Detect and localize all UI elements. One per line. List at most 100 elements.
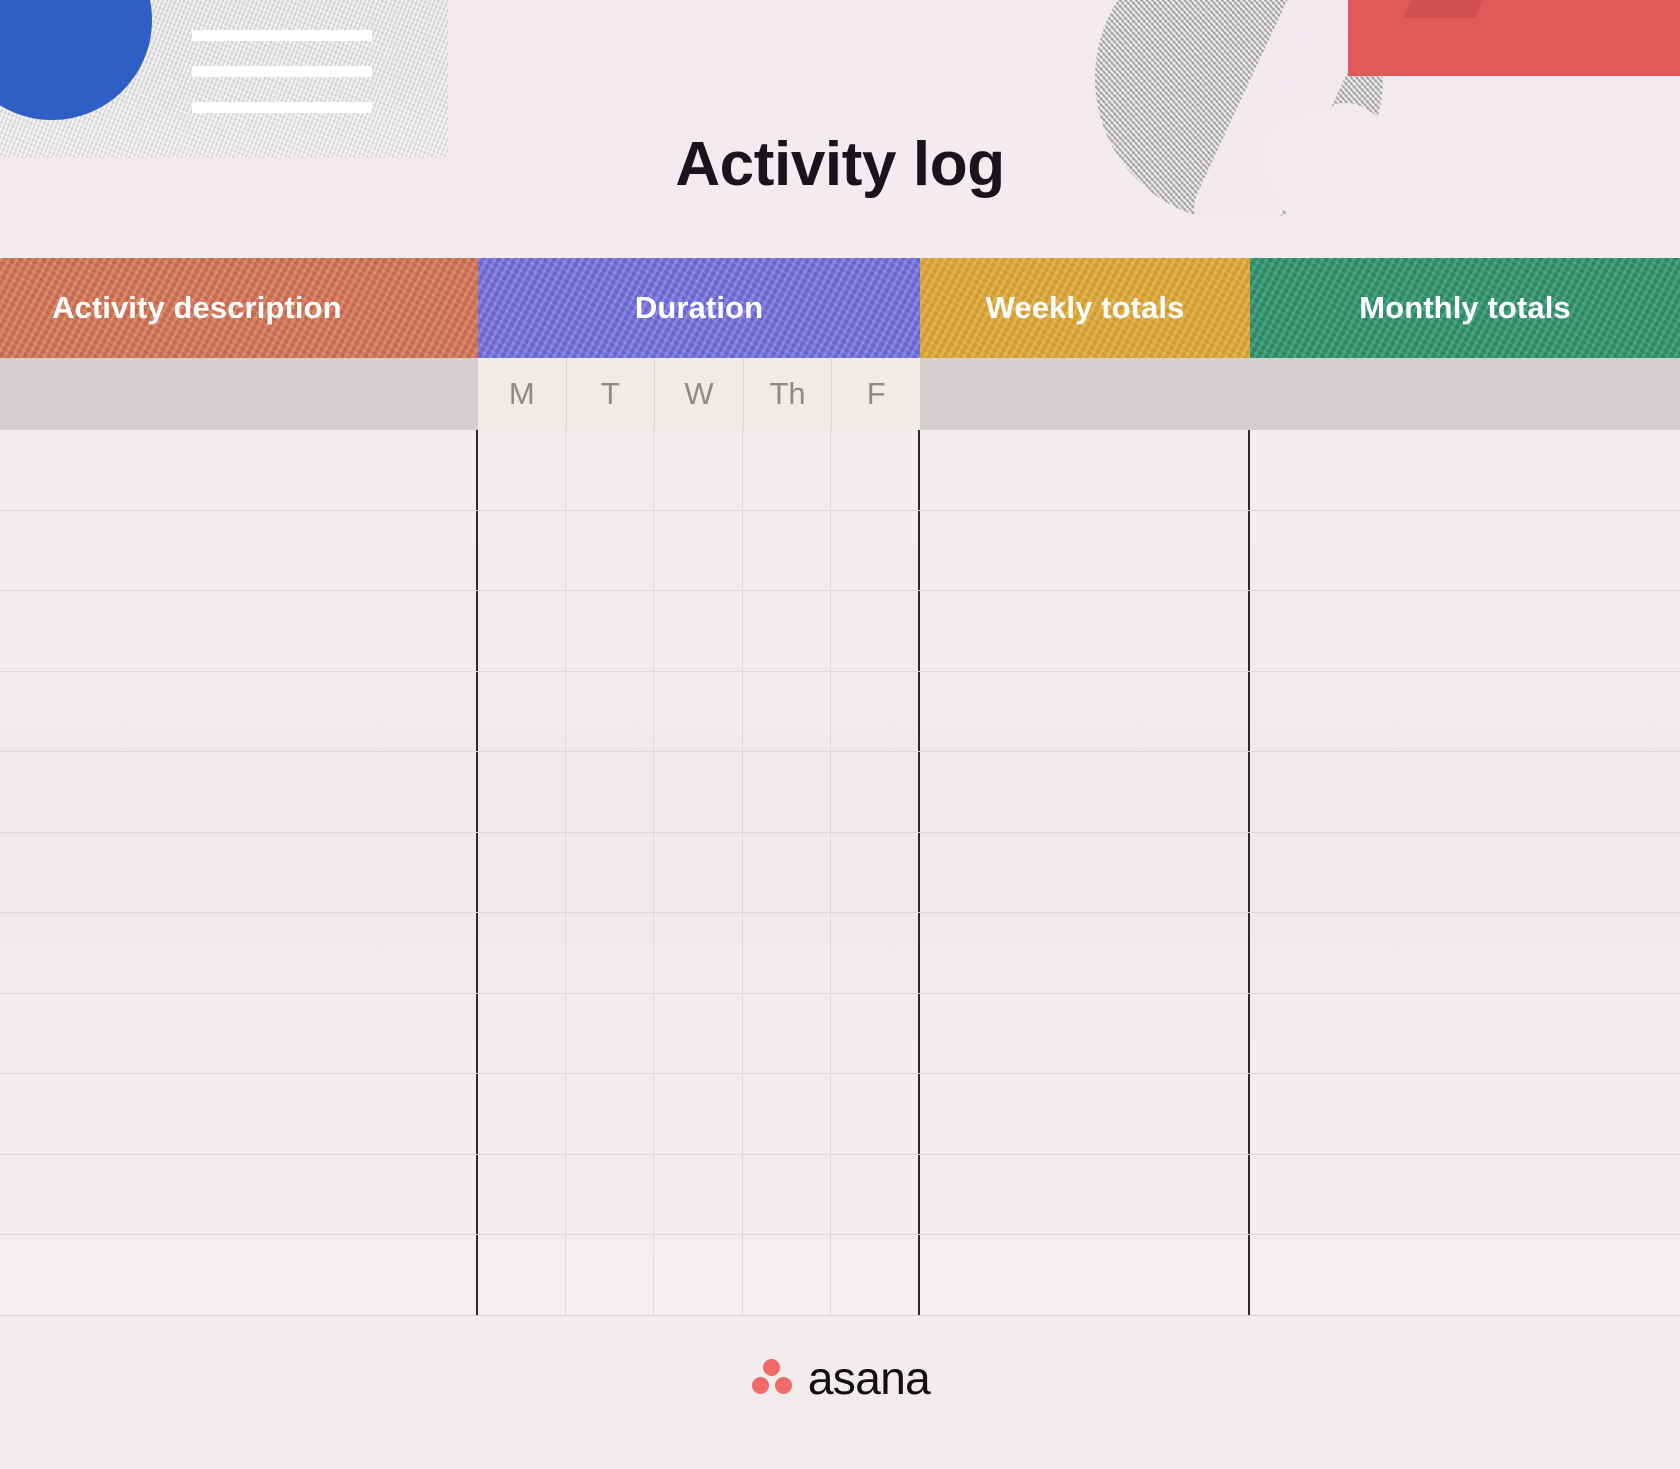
cell-duration-day[interactable]: [478, 1074, 567, 1154]
cell-activity-description[interactable]: [0, 1235, 478, 1315]
cell-activity-description[interactable]: [0, 1154, 478, 1234]
cell-duration-day[interactable]: [743, 993, 831, 1073]
cell-duration-day[interactable]: [566, 913, 655, 993]
cell-duration-group: [478, 1154, 920, 1235]
cell-duration-day[interactable]: [478, 671, 567, 751]
cell-duration-day[interactable]: [743, 430, 831, 510]
cell-monthly-total[interactable]: [1250, 833, 1680, 913]
cell-duration-day[interactable]: [654, 1235, 743, 1315]
cell-duration-day[interactable]: [654, 671, 743, 751]
cell-duration-day[interactable]: [831, 511, 918, 591]
cell-weekly-total[interactable]: [920, 1074, 1250, 1154]
cell-duration-day[interactable]: [831, 1155, 918, 1235]
cell-activity-description[interactable]: [0, 913, 478, 993]
cell-duration-day[interactable]: [478, 510, 567, 590]
table-row: [0, 752, 1680, 833]
cell-duration-day[interactable]: [654, 1154, 743, 1234]
cell-duration-day[interactable]: [743, 1074, 831, 1154]
white-line-2: [192, 66, 372, 77]
cell-duration-day[interactable]: [478, 993, 567, 1073]
cell-weekly-total[interactable]: [920, 510, 1250, 590]
cell-duration-day[interactable]: [478, 591, 567, 671]
activity-log-table: Activity description Duration Weekly tot…: [0, 258, 1680, 1316]
cell-duration-day[interactable]: [566, 993, 655, 1073]
cell-duration-day[interactable]: [831, 1235, 918, 1315]
cell-duration-day[interactable]: [743, 671, 831, 751]
cell-weekly-total[interactable]: [920, 832, 1250, 912]
cell-weekly-total[interactable]: [920, 430, 1250, 510]
cell-duration-day[interactable]: [743, 510, 831, 590]
cell-duration-day[interactable]: [566, 1154, 655, 1234]
footer-branding: asana: [0, 1355, 1680, 1401]
decorative-banner: [0, 0, 1680, 258]
cell-activity-description[interactable]: [0, 832, 478, 912]
cell-duration-day[interactable]: [478, 1154, 567, 1234]
cell-duration-day[interactable]: [566, 591, 655, 671]
cell-duration-day[interactable]: [831, 1074, 918, 1154]
cell-weekly-total[interactable]: [920, 913, 1250, 993]
cell-duration-day[interactable]: [566, 1235, 655, 1315]
cell-duration-day[interactable]: [654, 832, 743, 912]
cell-duration-day[interactable]: [831, 833, 918, 913]
cell-duration-day[interactable]: [654, 591, 743, 671]
cell-monthly-total[interactable]: [1250, 591, 1680, 671]
cell-duration-day[interactable]: [831, 752, 918, 832]
cell-activity-description[interactable]: [0, 671, 478, 751]
cell-duration-day[interactable]: [478, 752, 567, 832]
cell-monthly-total[interactable]: [1250, 511, 1680, 591]
cell-duration-day[interactable]: [654, 913, 743, 993]
cell-duration-day[interactable]: [743, 913, 831, 993]
cell-weekly-total[interactable]: [920, 671, 1250, 751]
cell-duration-day[interactable]: [566, 752, 655, 832]
cell-duration-day[interactable]: [566, 430, 655, 510]
cell-monthly-total[interactable]: [1250, 752, 1680, 832]
cell-duration-day[interactable]: [478, 832, 567, 912]
cell-duration-day[interactable]: [831, 913, 918, 993]
cell-duration-day[interactable]: [566, 1074, 655, 1154]
cell-duration-day[interactable]: [478, 913, 567, 993]
cell-duration-day[interactable]: [654, 510, 743, 590]
cell-activity-description[interactable]: [0, 591, 478, 671]
cell-activity-description[interactable]: [0, 430, 478, 510]
cell-duration-day[interactable]: [566, 832, 655, 912]
cell-duration-day[interactable]: [743, 1235, 831, 1315]
cell-duration-day[interactable]: [831, 672, 918, 752]
cell-activity-description[interactable]: [0, 1074, 478, 1154]
cell-activity-description[interactable]: [0, 510, 478, 590]
cell-duration-day[interactable]: [743, 591, 831, 671]
cell-weekly-total[interactable]: [920, 752, 1250, 832]
cell-duration-group: [478, 1074, 920, 1154]
cell-duration-group: [478, 1235, 920, 1315]
cell-monthly-total[interactable]: [1250, 430, 1680, 510]
cell-duration-day[interactable]: [654, 1074, 743, 1154]
red-rectangle-decoration: [1348, 0, 1680, 76]
cell-duration-day[interactable]: [743, 1154, 831, 1234]
cell-monthly-total[interactable]: [1250, 1074, 1680, 1154]
cell-duration-day[interactable]: [831, 994, 918, 1074]
cell-duration-day[interactable]: [566, 671, 655, 751]
cell-duration-day[interactable]: [743, 752, 831, 832]
cell-duration-day[interactable]: [831, 430, 918, 510]
page-title: Activity log: [675, 129, 1005, 199]
cell-monthly-total[interactable]: [1250, 1155, 1680, 1235]
cell-duration-day[interactable]: [654, 993, 743, 1073]
cell-monthly-total[interactable]: [1250, 1235, 1680, 1315]
cell-monthly-total[interactable]: [1250, 913, 1680, 993]
cell-monthly-total[interactable]: [1250, 672, 1680, 752]
cell-duration-day[interactable]: [831, 591, 918, 671]
cell-duration-day[interactable]: [478, 1235, 567, 1315]
column-header-duration-label: Duration: [634, 290, 764, 325]
cell-activity-description[interactable]: [0, 993, 478, 1073]
cell-duration-day[interactable]: [478, 430, 567, 510]
cell-duration-day[interactable]: [566, 510, 655, 590]
cell-weekly-total[interactable]: [920, 591, 1250, 671]
cell-monthly-total[interactable]: [1250, 994, 1680, 1074]
cell-duration-group: [478, 591, 920, 671]
cell-activity-description[interactable]: [0, 752, 478, 832]
cell-duration-day[interactable]: [654, 430, 743, 510]
cell-weekly-total[interactable]: [920, 1154, 1250, 1234]
cell-duration-day[interactable]: [743, 832, 831, 912]
cell-duration-day[interactable]: [654, 752, 743, 832]
cell-weekly-total[interactable]: [920, 1235, 1250, 1315]
cell-weekly-total[interactable]: [920, 993, 1250, 1073]
